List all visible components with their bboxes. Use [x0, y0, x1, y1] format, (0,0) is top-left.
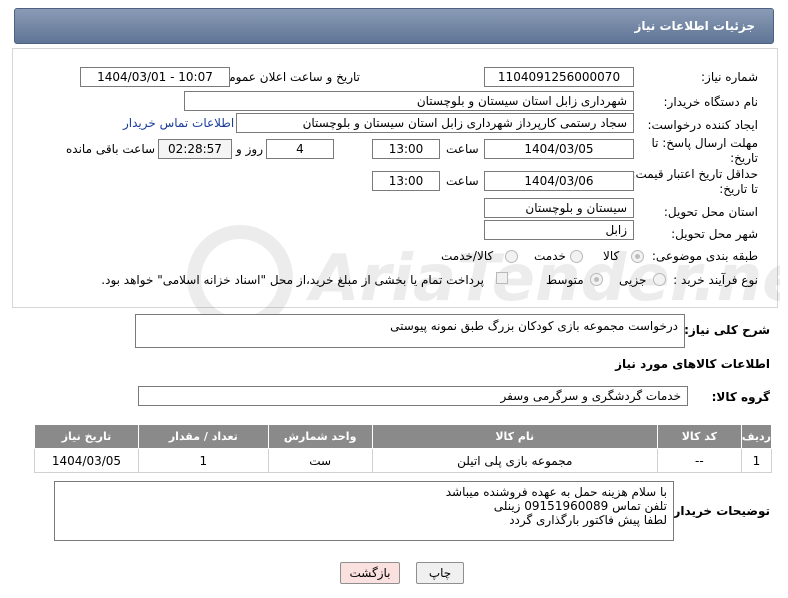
category-label: طبقه بندی موضوعی:: [651, 249, 758, 263]
validity-label-line2: تا تاریخ:: [719, 182, 758, 196]
print-button[interactable]: چاپ: [416, 562, 464, 584]
description-text: درخواست مجموعه بازی کودکان بزرگ طبق نمون…: [390, 319, 678, 333]
buyer-contact-link[interactable]: اطلاعات تماس خریدار: [123, 116, 234, 130]
process-label: نوع فرآیند خرید :: [673, 273, 758, 287]
col-qty-header: تعداد / مقدار: [137, 424, 269, 449]
treasury-payment-checkbox[interactable]: [496, 272, 508, 284]
page-title: جزئیات اطلاعات نیاز: [634, 19, 755, 33]
category-service-label: خدمت: [534, 249, 566, 263]
validity-time-label: ساعت: [446, 174, 479, 188]
col-row-header: ردیف: [740, 424, 773, 449]
process-medium-radio[interactable]: [590, 273, 603, 286]
category-goods-service-radio[interactable]: [505, 250, 518, 263]
cell-code: --: [656, 448, 742, 473]
col-date-header: تاریخ نیاز: [34, 424, 139, 449]
creator-label: ایجاد کننده درخواست:: [647, 118, 758, 132]
buyer-notes-label: توضیحات خریدار:: [668, 504, 770, 518]
need-number-label: شماره نیاز:: [701, 70, 758, 84]
cell-name: مجموعه بازی پلی اتیلن: [371, 448, 658, 473]
description-textarea[interactable]: درخواست مجموعه بازی کودکان بزرگ طبق نمون…: [135, 314, 685, 348]
back-button[interactable]: بازگشت: [340, 562, 400, 584]
buyer-notes-textarea[interactable]: با سلام هزینه حمل به عهده فروشنده میباشد…: [54, 481, 674, 541]
deadline-label-line2: تاریخ:: [730, 151, 758, 165]
process-minor-radio[interactable]: [653, 273, 666, 286]
goods-table: ردیف کد کالا نام کالا واحد شمارش تعداد /…: [34, 424, 773, 473]
col-unit-header: واحد شمارش: [267, 424, 373, 449]
goods-group-label: گروه کالا:: [711, 390, 770, 404]
deadline-date-field: 1404/03/05: [484, 139, 634, 159]
remaining-time-field: 02:28:57: [158, 139, 232, 159]
buyer-org-field: شهرداری زابل استان سیستان و بلوچستان: [184, 91, 634, 111]
validity-time-field: 13:00: [372, 171, 440, 191]
deadline-time-label: ساعت: [446, 142, 479, 156]
buyer-notes-line-2: تلفن تماس 09151960089 زینلی: [493, 499, 667, 513]
process-minor-label: جزیی: [619, 273, 647, 287]
need-number-field: 1104091256000070: [484, 67, 634, 87]
announce-datetime-field: 1404/03/01 - 10:07: [80, 67, 230, 87]
remaining-time-label: ساعت باقی مانده: [66, 142, 156, 156]
deadline-time-field: 13:00: [372, 139, 440, 159]
page-header: جزئیات اطلاعات نیاز: [14, 8, 774, 44]
table-header-row: ردیف کد کالا نام کالا واحد شمارش تعداد /…: [34, 424, 773, 449]
treasury-payment-note: پرداخت تمام یا بخشی از مبلغ خرید،از محل …: [101, 273, 484, 287]
city-label: شهر محل تحویل:: [671, 227, 758, 241]
deadline-label-line1: مهلت ارسال پاسخ: تا: [651, 136, 758, 150]
buyer-org-label: نام دستگاه خریدار:: [663, 95, 759, 109]
table-row: 1 -- مجموعه بازی پلی اتیلن ست 1 1404/03/…: [34, 448, 773, 473]
goods-section-title: اطلاعات کالاهای مورد نیاز: [615, 357, 770, 371]
category-goods-label: کالا: [603, 249, 620, 263]
province-label: استان محل تحویل:: [663, 205, 758, 219]
cell-quantity: 1: [137, 448, 269, 473]
days-remaining-field: 4: [266, 139, 334, 159]
cell-need-date: 1404/03/05: [34, 448, 139, 473]
validity-date-field: 1404/03/06: [484, 171, 634, 191]
col-code-header: کد کالا: [656, 424, 742, 449]
buyer-notes-line-1: با سلام هزینه حمل به عهده فروشنده میباشد: [445, 485, 667, 499]
days-label: روز و: [236, 142, 263, 156]
col-name-header: نام کالا: [371, 424, 658, 449]
validity-label-line1: حداقل تاریخ اعتبار قیمت:: [631, 167, 758, 181]
creator-field: سجاد رستمی کارپرداز شهرداری زابل استان س…: [236, 113, 634, 133]
buyer-notes-line-3: لطفا پیش فاکتور بارگذاری گردد: [509, 513, 667, 527]
cell-row-number: 1: [740, 448, 773, 473]
goods-group-field: خدمات گردشگری و سرگرمی وسفر: [138, 386, 688, 406]
announce-label: تاریخ و ساعت اعلان عمومی:: [215, 70, 360, 84]
category-goods-service-label: کالا/خدمت: [441, 249, 494, 263]
province-field: سیستان و بلوچستان: [484, 198, 634, 218]
category-goods-radio[interactable]: [631, 250, 644, 263]
description-label: شرح کلی نیاز:: [684, 323, 770, 337]
process-medium-label: متوسط: [546, 273, 584, 287]
category-service-radio[interactable]: [570, 250, 583, 263]
city-field: زابل: [484, 220, 634, 240]
cell-unit: ست: [267, 448, 373, 473]
